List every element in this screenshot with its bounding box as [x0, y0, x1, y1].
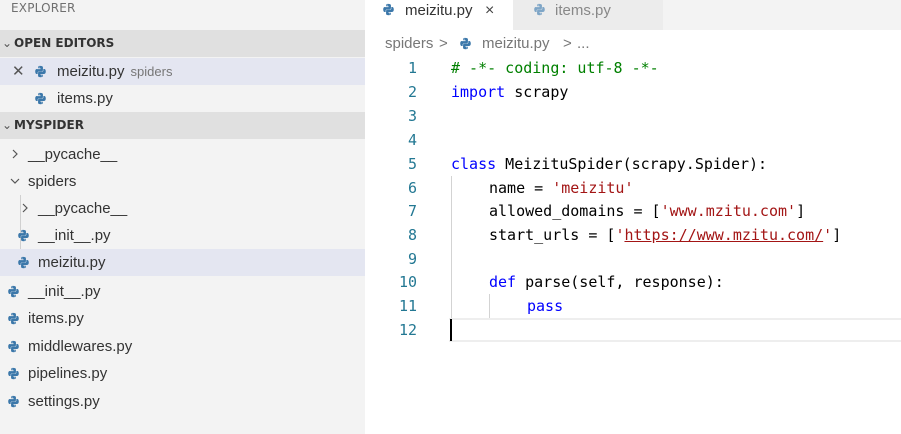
python-file-icon: [534, 3, 545, 16]
tree-folder-spiders[interactable]: spiders: [0, 168, 365, 195]
python-file-icon: [8, 367, 19, 380]
tree-file-spiders-init[interactable]: __init__.py: [0, 222, 365, 249]
open-editor-description: spiders: [130, 64, 173, 79]
code-line-5: class MeizituSpider(scrapy.Spider):: [451, 155, 768, 173]
python-file-icon: [35, 65, 46, 78]
tree-file-items[interactable]: items.py: [0, 305, 365, 332]
line-number: 4: [407, 131, 417, 149]
python-file-icon: [8, 285, 19, 298]
url-link[interactable]: https://www.mzitu.com/: [624, 226, 823, 244]
open-editor-items[interactable]: items.py: [0, 85, 365, 112]
line-number: 9: [407, 250, 417, 268]
open-editor-label: meizitu.py: [57, 63, 125, 80]
python-file-icon: [8, 312, 19, 325]
line-number: 5: [407, 155, 417, 173]
chevron-down-icon: ⌄: [2, 36, 13, 50]
close-icon[interactable]: ×: [485, 0, 494, 22]
explorer-sidebar: EXPLORER ⌄ OPEN EDITORS ✕ meizitu.py spide…: [0, 0, 365, 434]
code-line-7: allowed_domains = ['www.mzitu.com']: [489, 202, 806, 220]
line-number: 3: [407, 107, 417, 125]
tab-items[interactable]: items.py: [513, 0, 663, 30]
tab-meizitu[interactable]: meizitu.py ×: [365, 0, 513, 30]
code-line-10: def parse(self, response):: [489, 273, 724, 291]
chevron-right-icon: [12, 149, 18, 159]
code-line-1: # -*- coding: utf-8 -*-: [451, 59, 659, 77]
tree-folder-pycache[interactable]: __pycache__: [0, 141, 365, 168]
line-number: 7: [407, 202, 417, 220]
python-file-icon: [383, 3, 394, 16]
breadcrumb-folder[interactable]: spiders: [385, 34, 433, 54]
tree-file-settings[interactable]: settings.py: [0, 388, 365, 415]
line-number: 8: [407, 226, 417, 244]
tree-folder-spiders-pycache[interactable]: __pycache__: [0, 195, 365, 222]
indent-guide: [451, 176, 452, 341]
code-line-11: pass: [527, 297, 564, 315]
text-caret: [450, 319, 452, 341]
current-line-highlight: [449, 318, 901, 342]
chevron-down-icon: ⌄: [2, 118, 13, 132]
python-file-icon: [35, 92, 46, 105]
breadcrumb-separator: >: [563, 35, 572, 52]
line-number: 1: [407, 59, 417, 77]
chevron-right-icon: [22, 203, 28, 213]
tab-label: items.py: [555, 2, 611, 19]
chevron-down-icon: [10, 178, 20, 184]
python-file-icon: [460, 37, 471, 50]
line-number: 12: [398, 321, 417, 339]
open-editors-header[interactable]: ⌄ OPEN EDITORS: [0, 30, 365, 57]
breadcrumb-separator: >: [439, 35, 448, 52]
code-editor[interactable]: 1 2 3 4 5 6 7 8 9 10 11 12 # -*- coding:…: [365, 56, 901, 434]
close-icon[interactable]: ✕: [12, 58, 25, 85]
breadcrumb-file[interactable]: meizitu.py: [482, 34, 550, 54]
indent-guide: [489, 294, 490, 318]
tab-label: meizitu.py: [405, 2, 473, 19]
open-editor-label: items.py: [57, 90, 113, 107]
python-file-icon: [8, 340, 19, 353]
tree-file-pipelines[interactable]: pipelines.py: [0, 360, 365, 387]
code-line-6: name = 'meizitu': [489, 179, 634, 197]
explorer-title: EXPLORER: [11, 1, 76, 15]
line-number: 10: [398, 273, 417, 291]
breadcrumb-more[interactable]: ...: [577, 34, 590, 54]
myspider-header[interactable]: ⌄ MYSPIDER: [0, 112, 365, 139]
editor-tab-bar: meizitu.py × items.py: [365, 0, 901, 30]
python-file-icon: [8, 395, 19, 408]
code-line-2: import scrapy: [451, 83, 569, 101]
tree-file-init[interactable]: __init__.py: [0, 278, 365, 305]
tree-file-meizitu[interactable]: meizitu.py: [0, 249, 365, 276]
tree-file-middlewares[interactable]: middlewares.py: [0, 333, 365, 360]
python-file-icon: [18, 256, 29, 269]
code-line-8: start_urls = ['https://www.mzitu.com/']: [489, 226, 842, 244]
line-number: 6: [407, 179, 417, 197]
python-file-icon: [18, 229, 29, 242]
open-editor-meizitu[interactable]: ✕ meizitu.py spiders: [0, 58, 365, 85]
line-number: 11: [398, 297, 417, 315]
line-number: 2: [407, 83, 417, 101]
